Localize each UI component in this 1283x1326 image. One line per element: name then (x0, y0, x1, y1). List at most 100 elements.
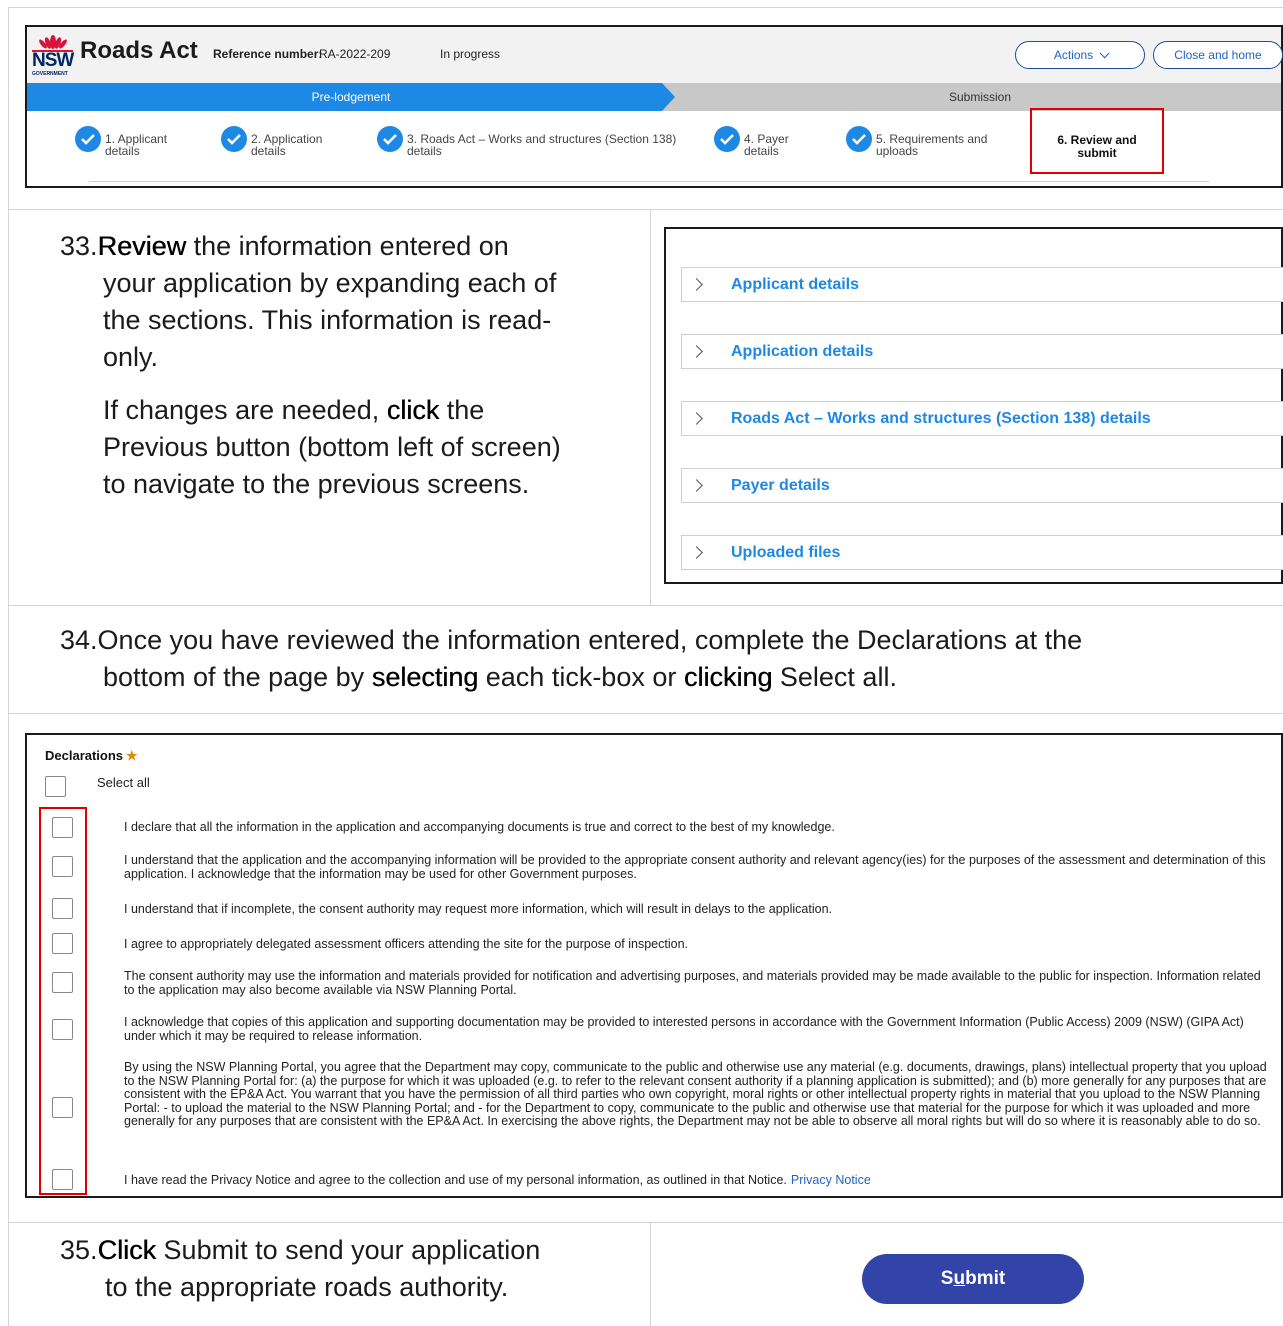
step-applicant-details[interactable]: 1. Applicant details (75, 126, 167, 158)
accordion-label: Uploaded files (731, 543, 841, 561)
select-all-checkbox[interactable] (45, 776, 66, 797)
row-divider-1 (8, 209, 1283, 210)
step-requirements-uploads[interactable]: 5. Requirements and uploads (846, 126, 987, 157)
instruction-text: Submit to send your application (156, 1235, 541, 1265)
chevron-down-icon (1099, 47, 1110, 58)
checkmark-icon (377, 126, 403, 152)
declaration-checkbox[interactable] (52, 972, 73, 993)
column-divider-2 (650, 1222, 651, 1326)
accordion-label: Applicant details (731, 275, 860, 293)
instruction-number: 34. (60, 625, 98, 655)
stage-progress-bar: Pre-lodgement Submission (27, 83, 1281, 111)
step-label-line2: details (407, 144, 442, 158)
step-label-line2: details (744, 144, 779, 158)
application-status: In progress (440, 47, 501, 61)
app-title: Roads Act (80, 37, 198, 64)
checkmark-icon (714, 126, 740, 152)
reference-number: RA-2022-209 (319, 47, 391, 61)
declaration-checkbox[interactable] (52, 817, 73, 838)
instruction-text: to navigate to the previous screens. (103, 469, 530, 499)
accordion-label: Roads Act – Works and structures (Sectio… (731, 409, 1151, 427)
select-all-label: Select all (97, 775, 150, 790)
declaration-text: I acknowledge that copies of this applic… (124, 1015, 1244, 1043)
instruction-text: If changes are needed, (103, 395, 387, 425)
declarations-title: Declarations ★ (45, 748, 138, 764)
accordion-uploaded-files[interactable]: Uploaded files (681, 535, 1283, 570)
instruction-text: the information entered on (186, 231, 509, 261)
instruction-text: bottom of the page by (103, 662, 372, 692)
step-label-line2: details (251, 144, 286, 158)
instruction-text: each tick-box or (478, 662, 684, 692)
declaration-text: By using the NSW Planning Portal, you ag… (124, 1060, 1267, 1128)
step-application-details[interactable]: 2. Application details (221, 126, 322, 158)
table-border-top (8, 7, 1283, 8)
declaration-checkbox[interactable] (52, 898, 73, 919)
submit-label-part: u (953, 1268, 966, 1289)
app-header: NSW GOVERNMENT Roads Act Reference numbe… (27, 27, 1283, 83)
instruction-keyword: selecting (371, 662, 479, 692)
step-review-and-submit[interactable]: 6. Review and submit (1030, 108, 1164, 174)
chevron-right-icon (690, 479, 703, 492)
instruction-34: 34.Once you have reviewed the informatio… (60, 622, 1275, 696)
instruction-text: Once you have reviewed the information e… (97, 625, 1083, 655)
instruction-33: 33.Review the information entered on you… (60, 228, 645, 503)
privacy-notice-link[interactable]: Privacy Notice (791, 1173, 871, 1187)
declaration-checkbox[interactable] (52, 856, 73, 877)
accordion-label: Payer details (731, 476, 830, 494)
logo-nsw-text: NSW (32, 50, 74, 71)
declaration-checkbox[interactable] (52, 933, 73, 954)
accordion-label: Application details (731, 342, 874, 360)
declaration-text: I agree to appropriately delegated asses… (124, 937, 689, 951)
step-label-line1: 6. Review and (1057, 133, 1137, 147)
instruction-keyword: click (386, 395, 440, 425)
submit-button[interactable]: Su bmit (862, 1254, 1084, 1304)
instruction-keyword: Click (97, 1235, 157, 1265)
column-divider-1 (650, 209, 651, 605)
close-and-home-button[interactable]: Close and home (1153, 41, 1283, 69)
waratah-icon (39, 35, 67, 49)
declaration-text: I understand that if incomplete, the con… (124, 902, 833, 916)
chevron-right-icon (690, 546, 703, 559)
accordion-applicant-details[interactable]: Applicant details (681, 267, 1283, 302)
accordion-payer-details[interactable]: Payer details (681, 468, 1283, 503)
declaration-checkbox[interactable] (52, 1169, 73, 1190)
chevron-right-icon (690, 345, 703, 358)
actions-button-label: Actions (1053, 48, 1094, 62)
instruction-text: the sections. This information is read- (103, 305, 552, 335)
declaration-text: I declare that all the information in th… (124, 820, 835, 834)
declaration-checkbox[interactable] (52, 1019, 73, 1040)
application-header-screenshot: NSW GOVERNMENT Roads Act Reference numbe… (25, 25, 1283, 188)
steps-divider (89, 181, 1209, 182)
declarations-title-text: Declarations (45, 748, 124, 763)
actions-button[interactable]: Actions (1015, 41, 1145, 69)
stage-submission: Submission (948, 90, 1012, 104)
instruction-keyword: clicking (683, 662, 773, 692)
instruction-text: your application by expanding each of (103, 268, 557, 298)
instruction-35: 35. Click Submit to send your applicatio… (60, 1232, 645, 1306)
chevron-right-icon (690, 412, 703, 425)
close-and-home-label: Close and home (1174, 48, 1262, 62)
declaration-text: I understand that the application and th… (124, 853, 1266, 881)
step-roads-act-works[interactable]: 3. Roads Act – Works and structures (Sec… (377, 126, 677, 158)
instruction-number: 35. (60, 1235, 98, 1265)
checkmark-icon (221, 126, 247, 152)
step-label-line2: submit (1077, 146, 1117, 160)
declaration-checkbox[interactable] (52, 1097, 73, 1118)
row-divider-3 (8, 713, 1283, 714)
step-payer-details[interactable]: 4. Payer details (714, 126, 789, 158)
row-divider-2 (8, 605, 1283, 606)
table-border-left (8, 7, 9, 1326)
reference-label: Reference number: (213, 47, 323, 61)
submit-label-part: bmit (965, 1268, 1006, 1289)
step-label-line1: 3. Roads Act – Works and structures (Sec… (407, 132, 677, 146)
accordion-roads-act-works[interactable]: Roads Act – Works and structures (Sectio… (681, 401, 1283, 436)
submit-label-part: S (940, 1268, 954, 1289)
step-label-line2: details (105, 144, 140, 158)
instruction-text: to the appropriate roads authority. (105, 1272, 509, 1302)
logo-government-text: GOVERNMENT (32, 71, 68, 77)
accordion-application-details[interactable]: Application details (681, 334, 1283, 369)
checkmark-icon (75, 126, 101, 152)
instruction-text: Select all. (772, 662, 897, 692)
row-divider-4 (8, 1222, 1283, 1223)
nsw-government-logo: NSW GOVERNMENT (31, 31, 75, 79)
